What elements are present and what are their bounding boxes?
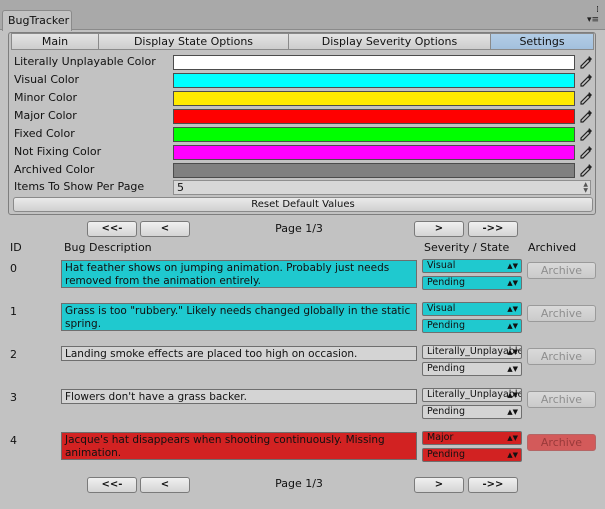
tab-main[interactable]: Main — [11, 33, 99, 50]
dropdown-arrow-icon: ▲▼ — [507, 391, 518, 399]
last-page-button-bottom[interactable]: ->> — [468, 477, 518, 493]
dropdown-arrow-icon: ▲▼ — [507, 348, 518, 356]
bug-description-field[interactable]: Grass is too "rubbery." Likely needs cha… — [61, 303, 417, 331]
dropdown-arrow-icon: ▲▼ — [507, 434, 518, 442]
bug-id: 3 — [10, 391, 17, 404]
color-swatch-field[interactable] — [173, 73, 575, 88]
severity-value: Visual — [427, 260, 456, 271]
eyedropper-icon[interactable] — [579, 73, 593, 88]
archive-button[interactable]: Archive — [527, 348, 596, 365]
color-label: Fixed Color — [14, 127, 75, 140]
color-label: Archived Color — [14, 163, 95, 176]
next-page-button-bottom[interactable]: > — [414, 477, 464, 493]
more-options-icon[interactable]: ⁞ — [579, 5, 599, 15]
settings-panel: Main Display State Options Display Sever… — [8, 32, 596, 215]
last-page-button[interactable]: ->> — [468, 221, 518, 237]
dropdown-arrow-icon: ▲▼ — [507, 365, 518, 373]
state-value: Pending — [427, 449, 465, 460]
eyedropper-icon[interactable] — [579, 55, 593, 70]
severity-dropdown[interactable]: Visual ▲▼ — [422, 259, 522, 273]
bug-description-field[interactable]: Flowers don't have a grass backer. — [61, 389, 417, 404]
dropdown-arrow-icon: ▲▼ — [507, 322, 518, 330]
eyedropper-icon[interactable] — [579, 163, 593, 178]
dropdown-arrow-icon: ▲▼ — [507, 305, 518, 313]
dropdown-arrow-icon: ▲▼ — [507, 408, 518, 416]
bug-description-field[interactable]: Landing smoke effects are placed too hig… — [61, 346, 417, 361]
tab-display-severity-options[interactable]: Display Severity Options — [289, 33, 491, 50]
state-dropdown[interactable]: Pending ▲▼ — [422, 276, 522, 290]
items-per-page-field[interactable]: 5 ▲ ▼ — [173, 180, 591, 195]
bug-id: 2 — [10, 348, 17, 361]
window-controls[interactable]: ⁞ ▾≡ — [579, 5, 599, 25]
menu-icon[interactable]: ▾≡ — [579, 15, 599, 25]
stepper-arrows-icon[interactable]: ▲ ▼ — [583, 182, 588, 194]
state-value: Pending — [427, 363, 465, 374]
page-indicator: Page 1/3 — [275, 222, 323, 235]
next-page-button[interactable]: > — [414, 221, 464, 237]
header-id: ID — [10, 241, 22, 254]
tab-display-state-options[interactable]: Display State Options — [99, 33, 289, 50]
color-label: Major Color — [14, 109, 77, 122]
color-swatch-field[interactable] — [173, 91, 575, 106]
dropdown-arrow-icon: ▲▼ — [507, 451, 518, 459]
eyedropper-icon[interactable] — [579, 145, 593, 160]
page-indicator-bottom: Page 1/3 — [275, 477, 323, 490]
bug-id: 1 — [10, 305, 17, 318]
eyedropper-icon[interactable] — [579, 127, 593, 142]
color-swatch-field[interactable] — [173, 127, 575, 142]
eyedropper-icon[interactable] — [579, 109, 593, 124]
bug-description-field[interactable]: Jacque's hat disappears when shooting co… — [61, 432, 417, 460]
reset-default-values-button[interactable]: Reset Default Values — [13, 197, 593, 212]
bug-id: 4 — [10, 434, 17, 447]
header-archived: Archived — [528, 241, 577, 254]
severity-value: Visual — [427, 303, 456, 314]
color-swatch-field[interactable] — [173, 145, 575, 160]
first-page-button-bottom[interactable]: <<- — [87, 477, 137, 493]
prev-page-button-bottom[interactable]: < — [140, 477, 190, 493]
color-swatch-field[interactable] — [173, 163, 575, 178]
prev-page-button[interactable]: < — [140, 221, 190, 237]
severity-dropdown[interactable]: Literally_Unplayable ▲▼ — [422, 345, 522, 359]
archive-button[interactable]: Archive — [527, 305, 596, 322]
items-per-page-label: Items To Show Per Page — [14, 180, 145, 193]
severity-value: Major — [427, 432, 454, 443]
eyedropper-icon[interactable] — [579, 91, 593, 106]
dropdown-arrow-icon: ▲▼ — [507, 262, 518, 270]
bug-id: 0 — [10, 262, 17, 275]
first-page-button[interactable]: <<- — [87, 221, 137, 237]
items-per-page-value: 5 — [177, 181, 184, 194]
severity-dropdown[interactable]: Visual ▲▼ — [422, 302, 522, 316]
window-title: BugTracker — [8, 14, 70, 27]
bug-description-field[interactable]: Hat feather shows on jumping animation. … — [61, 260, 417, 288]
tab-settings[interactable]: Settings — [491, 33, 594, 50]
color-label: Not Fixing Color — [14, 145, 102, 158]
window-tab[interactable]: BugTracker — [2, 10, 72, 31]
severity-dropdown[interactable]: Major ▲▼ — [422, 431, 522, 445]
state-dropdown[interactable]: Pending ▲▼ — [422, 448, 522, 462]
tab-bar: Main Display State Options Display Sever… — [11, 33, 594, 50]
header-severity-state: Severity / State — [424, 241, 510, 254]
archive-button[interactable]: Archive — [527, 262, 596, 279]
dropdown-arrow-icon: ▲▼ — [507, 279, 518, 287]
archive-button[interactable]: Archive — [527, 391, 596, 408]
state-value: Pending — [427, 406, 465, 417]
state-dropdown[interactable]: Pending ▲▼ — [422, 405, 522, 419]
color-swatch-field[interactable] — [173, 55, 575, 70]
header-bug-description: Bug Description — [64, 241, 152, 254]
archive-button[interactable]: Archive — [527, 434, 596, 451]
color-label: Minor Color — [14, 91, 77, 104]
severity-dropdown[interactable]: Literally_Unplayable ▲▼ — [422, 388, 522, 402]
color-label: Literally Unplayable Color — [14, 55, 156, 68]
state-value: Pending — [427, 320, 465, 331]
window-titlebar: BugTracker ⁞ ▾≡ — [0, 0, 605, 31]
state-dropdown[interactable]: Pending ▲▼ — [422, 319, 522, 333]
color-swatch-field[interactable] — [173, 109, 575, 124]
state-value: Pending — [427, 277, 465, 288]
color-label: Visual Color — [14, 73, 80, 86]
state-dropdown[interactable]: Pending ▲▼ — [422, 362, 522, 376]
